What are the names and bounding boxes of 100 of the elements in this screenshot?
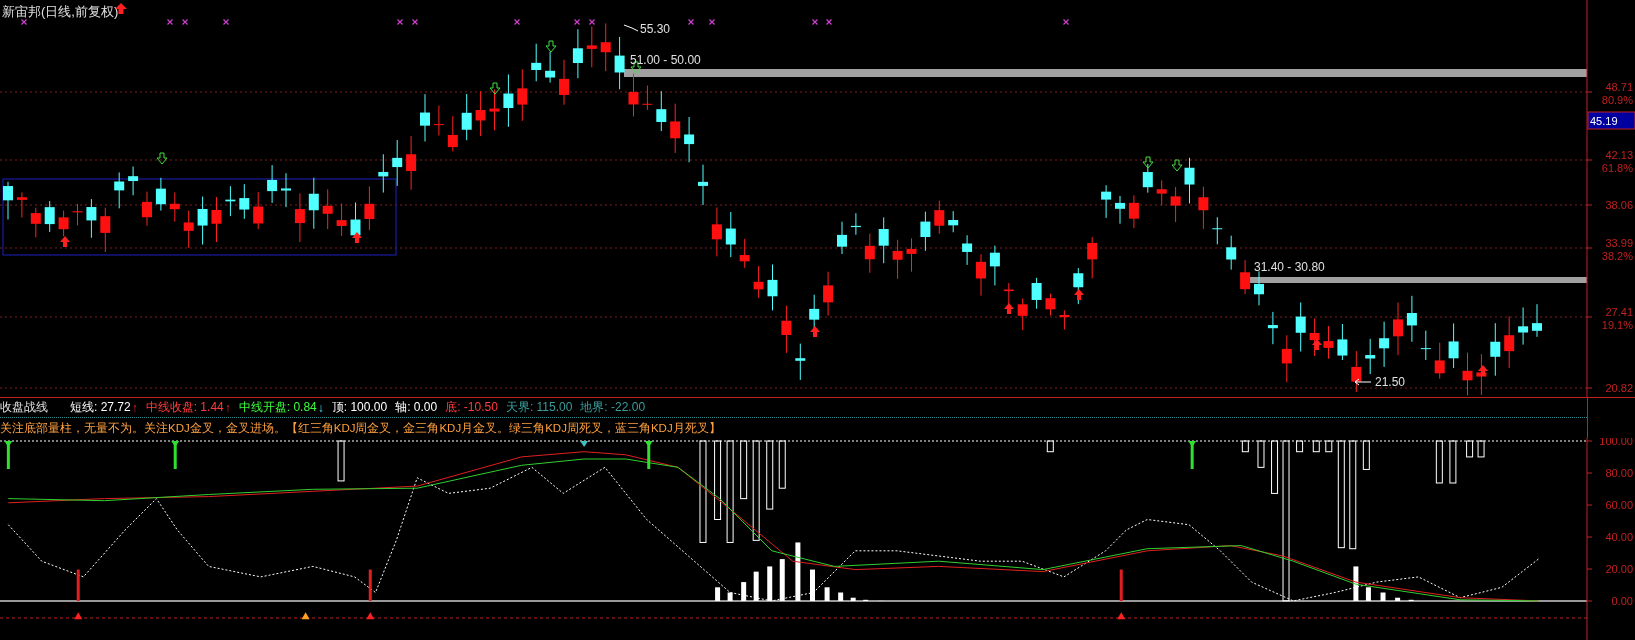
candlestick	[1281, 334, 1292, 383]
axis-price: 33.99	[1605, 237, 1633, 249]
candlestick	[1406, 295, 1417, 343]
up-arrow-icon	[1004, 303, 1014, 314]
candlestick	[1518, 306, 1529, 346]
cross-mark-icon	[708, 18, 716, 26]
cross-mark-icon	[687, 18, 695, 26]
candlestick	[364, 185, 375, 231]
candlestick	[1267, 311, 1278, 345]
axis-ratio: 38.2%	[1601, 250, 1633, 262]
candlestick	[1156, 179, 1167, 206]
price-label: 55.30	[640, 22, 671, 36]
candlestick	[600, 22, 611, 72]
candlestick	[253, 191, 264, 230]
candlestick	[1351, 350, 1362, 393]
candlestick	[725, 211, 736, 258]
indicator-value: 轴: 0.00	[395, 399, 438, 416]
candlestick	[406, 135, 417, 191]
cross-mark-icon	[166, 18, 174, 26]
candlestick	[30, 207, 41, 238]
cross-mark-icon	[181, 18, 189, 26]
candlestick	[1434, 342, 1445, 380]
candlestick	[336, 202, 347, 237]
candlestick	[100, 207, 111, 253]
cross-mark-icon	[222, 18, 230, 26]
candlestick	[892, 239, 903, 280]
candlestick	[461, 93, 472, 141]
axis-label: 0.00	[1611, 595, 1633, 607]
indicator-value: 中线收盘: 1.44	[145, 399, 224, 416]
candlestick	[1504, 316, 1515, 369]
cross-mark-icon	[513, 18, 521, 26]
axis-ratio: 19.1%	[1601, 319, 1633, 331]
axis-ratio: 61.8%	[1601, 162, 1633, 174]
candlestick	[1142, 163, 1153, 194]
candlestick	[294, 193, 305, 243]
indicator-value: 地界: -22.00	[580, 399, 646, 416]
pointer-icon	[1354, 378, 1372, 386]
candlestick	[795, 343, 806, 381]
candlestick	[225, 185, 236, 217]
candlestick	[837, 221, 847, 255]
candlestick	[1101, 184, 1112, 219]
cross-mark-icon	[396, 18, 404, 26]
price-label: 21.50	[1375, 375, 1406, 389]
candlestick	[1031, 277, 1042, 310]
down-arrow-icon	[156, 152, 168, 165]
candlestick	[1240, 259, 1251, 295]
candlestick	[1532, 303, 1542, 338]
indicator-value: 中线开盘: 0.84	[238, 399, 317, 416]
candlestick	[531, 43, 542, 82]
candlestick	[1337, 323, 1348, 361]
axis-price: 27.41	[1605, 306, 1633, 318]
candlestick	[614, 36, 625, 90]
candlestick	[517, 68, 528, 122]
candlestick	[1462, 352, 1473, 396]
candlestick	[1184, 157, 1195, 204]
up-arrow-icon	[810, 326, 820, 337]
cross-mark-icon	[1062, 18, 1070, 26]
candlestick	[559, 59, 569, 106]
candlestick	[420, 93, 430, 142]
candlestick	[44, 200, 55, 233]
axis-price: 48.71	[1605, 81, 1633, 93]
candlestick	[1365, 338, 1376, 375]
candlestick	[906, 237, 917, 273]
candlestick	[322, 188, 333, 230]
axis-ratio: 80.9%	[1601, 94, 1633, 106]
candlestick	[572, 28, 583, 79]
cross-mark-icon	[588, 18, 596, 26]
candlestick	[920, 211, 931, 252]
cross-mark-icon	[573, 18, 581, 26]
indicator-note: 关注底部量柱，无量不为。关注KDJ金叉，金叉进场。【红三角KDJ周金叉，金三角KDJ月金叉。绿三角KDJ周死叉，蓝三角KDJ月死叉】	[0, 421, 722, 436]
candlestick	[267, 164, 278, 204]
candlestick	[1115, 195, 1125, 225]
candlestick	[447, 115, 458, 152]
candlestick	[656, 90, 667, 132]
up-arrow-icon	[1074, 289, 1084, 300]
candlestick	[545, 51, 556, 84]
axis-label: 40.00	[1605, 531, 1633, 543]
candlestick	[976, 253, 986, 297]
indicator-value: 天界: 115.00	[505, 399, 573, 416]
candlestick	[1476, 353, 1487, 396]
indicator-value: 底: -10.50	[445, 399, 498, 416]
candlestick	[1017, 298, 1028, 331]
candlestick	[739, 238, 750, 269]
candlestick	[753, 265, 764, 299]
candlestick	[169, 191, 180, 223]
candlestick	[823, 271, 834, 317]
down-arrow-icon	[545, 40, 557, 53]
candlestick	[1198, 186, 1209, 230]
candlestick	[642, 85, 653, 111]
candlestick	[711, 206, 722, 257]
candlestick	[3, 181, 13, 220]
candlestick	[586, 26, 597, 68]
candlestick	[128, 166, 139, 196]
candlestick	[142, 191, 152, 227]
candlestick	[767, 263, 778, 311]
trend-arrow: ↓	[317, 400, 324, 415]
candlestick	[962, 234, 973, 266]
indicator-value: 顶: 100.00	[331, 399, 388, 416]
candlestick	[183, 210, 194, 249]
axis-price: 20.82	[1605, 382, 1633, 394]
